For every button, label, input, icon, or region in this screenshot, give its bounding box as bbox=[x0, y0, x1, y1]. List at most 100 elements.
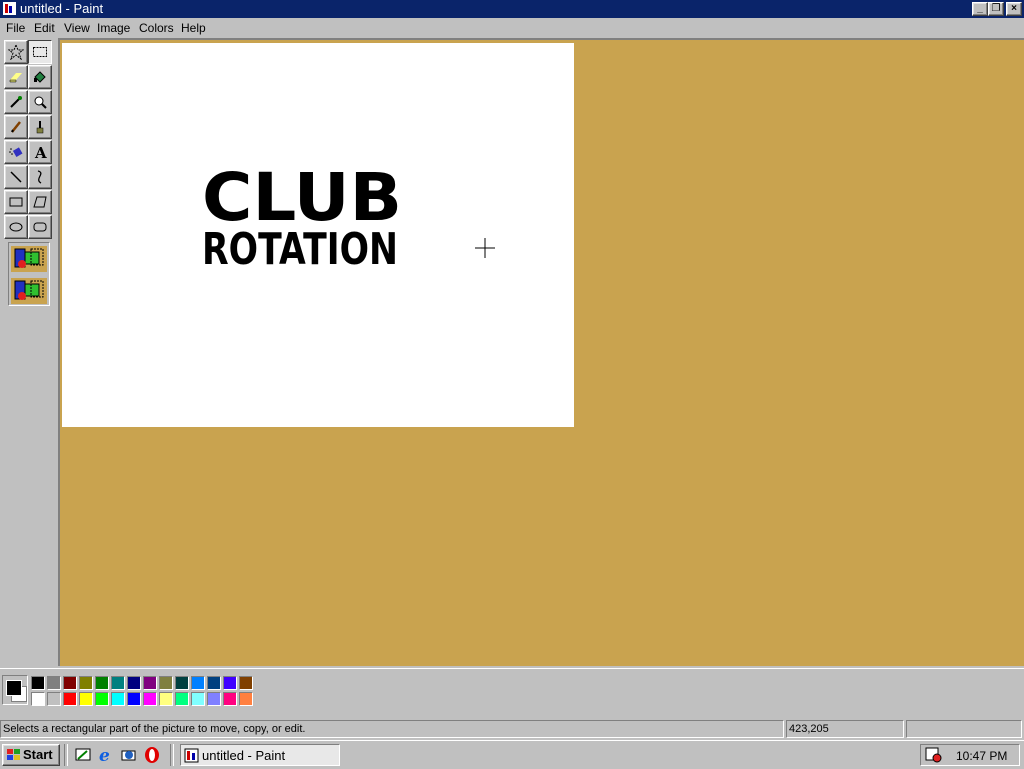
palette-swatch[interactable] bbox=[79, 676, 93, 690]
clock[interactable]: 10:47 PM bbox=[956, 749, 1007, 763]
brush-tool[interactable] bbox=[28, 115, 52, 139]
menu-image[interactable]: Image bbox=[97, 21, 130, 35]
rectangle-tool[interactable] bbox=[4, 190, 28, 214]
foreground-color-swatch[interactable] bbox=[6, 680, 22, 696]
palette-swatch[interactable] bbox=[127, 692, 141, 706]
palette-swatch[interactable] bbox=[47, 676, 61, 690]
palette-swatch[interactable] bbox=[223, 692, 237, 706]
crosshair-cursor-icon bbox=[475, 238, 495, 258]
palette-swatch[interactable] bbox=[95, 692, 109, 706]
palette-swatch[interactable] bbox=[159, 692, 173, 706]
taskbar-button-paint[interactable]: untitled - Paint bbox=[180, 744, 340, 766]
palette-swatch[interactable] bbox=[95, 676, 109, 690]
text-a-icon: A bbox=[34, 144, 47, 160]
svg-text:A: A bbox=[34, 144, 47, 160]
airbrush-icon bbox=[9, 147, 23, 157]
magnifier-icon bbox=[34, 96, 47, 109]
taskbar-separator bbox=[170, 744, 174, 766]
internet-explorer-icon[interactable]: e bbox=[97, 746, 115, 764]
menu-colors[interactable]: Colors bbox=[139, 21, 174, 35]
eyedropper-icon bbox=[10, 96, 22, 108]
palette-swatch[interactable] bbox=[207, 676, 221, 690]
paint-task-icon bbox=[184, 748, 199, 763]
tool-options-box bbox=[8, 242, 50, 306]
ellipse-icon bbox=[9, 222, 23, 232]
palette-swatch[interactable] bbox=[111, 692, 125, 706]
curve-tool[interactable] bbox=[28, 165, 52, 189]
status-message: Selects a rectangular part of the pictur… bbox=[0, 720, 784, 738]
polygon-tool[interactable] bbox=[28, 190, 52, 214]
status-size bbox=[906, 720, 1022, 738]
select-tool[interactable] bbox=[28, 40, 52, 64]
palette-swatch[interactable] bbox=[159, 676, 173, 690]
magnifier-tool[interactable] bbox=[28, 90, 52, 114]
palette-swatch[interactable] bbox=[111, 676, 125, 690]
curve-icon bbox=[37, 170, 42, 184]
drawing-canvas[interactable]: CLUB ROTATION bbox=[62, 43, 574, 427]
rect-select-icon bbox=[33, 47, 47, 57]
status-bar: Selects a rectangular part of the pictur… bbox=[0, 718, 1024, 740]
minimize-button[interactable]: _ bbox=[972, 2, 988, 16]
free-form-select-tool[interactable] bbox=[4, 40, 28, 64]
line-icon bbox=[10, 171, 22, 183]
rounded-rectangle-icon bbox=[33, 222, 47, 232]
taskbar: Start e untitled - Paint 10:47 PM bbox=[0, 740, 1024, 769]
schedule-tray-icon[interactable] bbox=[925, 747, 943, 763]
windows-logo-icon bbox=[7, 749, 20, 760]
art-line-2: ROTATION bbox=[202, 224, 398, 275]
tool-box: A bbox=[0, 38, 58, 668]
brush-icon bbox=[36, 121, 44, 134]
text-tool[interactable]: A bbox=[28, 140, 52, 164]
palette-swatch[interactable] bbox=[127, 676, 141, 690]
canvas-art: CLUB ROTATION bbox=[202, 159, 402, 275]
eraser-icon bbox=[9, 73, 22, 83]
menu-view[interactable]: View bbox=[64, 21, 90, 35]
option-opaque[interactable] bbox=[11, 246, 47, 272]
polygon-icon bbox=[33, 196, 47, 208]
airbrush-tool[interactable] bbox=[4, 140, 28, 164]
palette-swatch[interactable] bbox=[63, 692, 77, 706]
rounded-rectangle-tool[interactable] bbox=[28, 215, 52, 239]
close-button[interactable]: × bbox=[1006, 2, 1022, 16]
status-coordinates: 423,205 bbox=[786, 720, 904, 738]
menu-edit[interactable]: Edit bbox=[34, 21, 55, 35]
eraser-tool[interactable] bbox=[4, 65, 28, 89]
option-transparent[interactable] bbox=[11, 278, 47, 304]
rectangle-icon bbox=[9, 197, 23, 207]
palette-swatch[interactable] bbox=[191, 676, 205, 690]
show-desktop-icon[interactable] bbox=[74, 747, 92, 763]
palette-swatch[interactable] bbox=[207, 692, 221, 706]
paint-bucket-icon bbox=[34, 71, 46, 83]
svg-text:e: e bbox=[99, 746, 110, 764]
palette-swatch[interactable] bbox=[31, 676, 45, 690]
palette-swatch[interactable] bbox=[143, 692, 157, 706]
palette-swatch[interactable] bbox=[239, 692, 253, 706]
opaque-mode-icon bbox=[14, 248, 44, 268]
transparent-mode-icon bbox=[14, 280, 44, 300]
palette-swatch[interactable] bbox=[47, 692, 61, 706]
palette-swatch[interactable] bbox=[143, 676, 157, 690]
line-tool[interactable] bbox=[4, 165, 28, 189]
palette-swatch[interactable] bbox=[175, 676, 189, 690]
palette-swatch[interactable] bbox=[223, 676, 237, 690]
palette-swatch[interactable] bbox=[31, 692, 45, 706]
palette-swatch[interactable] bbox=[175, 692, 189, 706]
palette-swatch[interactable] bbox=[239, 676, 253, 690]
menu-file[interactable]: File bbox=[6, 21, 25, 35]
fill-with-color-tool[interactable] bbox=[28, 65, 52, 89]
pick-color-tool[interactable] bbox=[4, 90, 28, 114]
palette-swatch[interactable] bbox=[79, 692, 93, 706]
current-colors bbox=[2, 675, 28, 705]
ellipse-tool[interactable] bbox=[4, 215, 28, 239]
color-box bbox=[0, 668, 1024, 717]
title-bar[interactable]: untitled - Paint _ ❐ × bbox=[0, 0, 1024, 18]
outlook-express-icon[interactable] bbox=[120, 746, 138, 764]
pencil-tool[interactable] bbox=[4, 115, 28, 139]
palette-swatch[interactable] bbox=[63, 676, 77, 690]
palette-swatch[interactable] bbox=[191, 692, 205, 706]
maximize-button[interactable]: ❐ bbox=[988, 2, 1004, 16]
star-select-icon bbox=[8, 44, 24, 60]
opera-icon[interactable] bbox=[143, 746, 161, 764]
start-button[interactable]: Start bbox=[2, 744, 60, 766]
menu-help[interactable]: Help bbox=[181, 21, 206, 35]
